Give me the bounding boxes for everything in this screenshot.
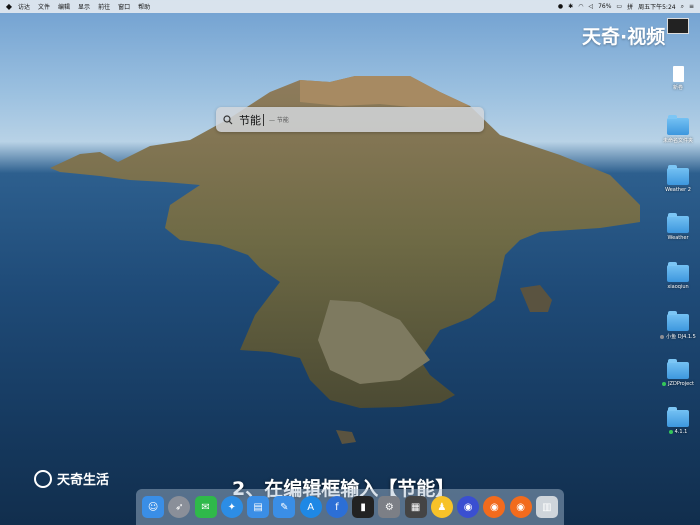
firefox-blue-icon[interactable]: ◉ [457,496,480,518]
apple-menu-icon[interactable]: ◆ [0,2,18,11]
desktop-item-folder[interactable]: 小鱼 DJ4.1.5 [660,311,696,340]
desktop: ◆ 访达 文件 编辑 显示 前往 窗口 帮助 ● ✱ ◠ ◁ 76% ▭ 拼 周… [0,0,700,525]
label-text: 4.1.1 [674,429,688,435]
menu-bar: ◆ 访达 文件 编辑 显示 前往 窗口 帮助 ● ✱ ◠ ◁ 76% ▭ 拼 周… [0,0,700,13]
spotlight-query[interactable]: 节能 [239,112,261,128]
menu-view[interactable]: 显示 [78,2,90,11]
appstore-icon[interactable]: A [299,496,322,518]
firefox-icon[interactable]: ◉ [483,496,506,518]
status-bt-icon[interactable]: ✱ [568,3,573,10]
menu-file[interactable]: 文件 [38,2,50,11]
green-tag-dot [668,429,673,434]
menu-window[interactable]: 窗口 [118,2,130,11]
wifi-icon[interactable]: ◠ [578,3,583,10]
menu-help[interactable]: 帮助 [138,2,150,11]
desktop-item-label: 小鱼 DJ4.1.5 [660,333,696,340]
folder-icon [667,311,689,331]
desktop-item-label: 未命名文件夹 [662,138,693,144]
screenshot-thumbnail [667,18,689,34]
volume-icon[interactable]: ◁ [588,3,593,10]
terminal-icon[interactable]: ▮ [352,496,375,518]
notes2-icon[interactable]: ▦ [404,496,427,518]
text-caret [263,113,264,126]
desktop-item-file[interactable]: 新卷 [660,66,696,91]
folder-icon[interactable]: ▤ [247,496,270,518]
battery-percent[interactable]: 76% [598,3,611,10]
folder-icon [667,262,689,282]
folder-icon [667,407,689,427]
label-text: 小鱼 DJ4.1.5 [666,334,696,340]
logo-circle-icon [34,469,52,488]
menu-go[interactable]: 前往 [98,2,110,11]
firefox-icon-2[interactable]: ◉ [509,496,532,518]
folder-icon [667,213,689,233]
folder-icon [667,165,689,185]
input-source-icon[interactable]: 拼 [627,2,633,11]
finder-icon[interactable]: ☺ [142,496,165,518]
desktop-item-label: 4.1.1 [668,429,688,435]
folder-icon [667,115,689,135]
menu-finder[interactable]: 访达 [18,2,30,11]
label-text: JZDProject [668,381,694,387]
watermark-logo-top: 天奇·视频 [582,26,666,48]
desktop-item-folder[interactable]: 4.1.1 [660,407,696,435]
preferences-icon[interactable]: ⚙ [378,496,401,518]
desktop-item-folder[interactable]: JZDProject [660,359,696,387]
watermark-logo-bottom: 天奇生活 [34,469,109,488]
menu-edit[interactable]: 编辑 [58,2,70,11]
search-menubar-icon[interactable]: ⌕ [681,3,684,11]
spotlight-search-bar[interactable]: 节能 — 节能 [216,107,484,132]
desktop-item-label: JZDProject [662,381,694,387]
search-icon [223,114,233,124]
battery-icon[interactable]: ▭ [616,3,622,10]
menubar-clock[interactable]: 周五下午5:24 [638,2,675,11]
file-icon [672,66,684,82]
desktop-item-label: 新卷 [672,85,683,91]
desktop-item-label: xiaoqiun [667,284,689,290]
desktop-item-folder[interactable]: Weather [660,213,696,241]
gray-tag-dot [660,334,665,339]
status-record-icon[interactable]: ● [558,3,563,10]
desktop-item-folder[interactable]: Weather 2 [660,165,696,193]
desktop-item-screenshot[interactable] [660,18,696,34]
notes-icon[interactable]: ✎ [273,496,296,518]
desktop-item-folder[interactable]: 未命名文件夹 [660,115,696,144]
list-icon[interactable]: ≡ [689,3,694,10]
trash-icon[interactable]: ▥ [535,496,558,518]
status-area: ● ✱ ◠ ◁ 76% ▭ 拼 周五下午5:24 ⌕ ≡ [558,2,700,12]
qq-icon[interactable]: ♟ [430,496,453,518]
green-tag-dot [662,381,667,386]
dock: ☺ ➶ ✉ ✦ ▤ ✎ A f ▮ ⚙ ▦ ♟ ◉ ◉ ◉ ▥ [136,489,564,525]
desktop-item-label: Weather [667,235,689,241]
wallpaper-island [50,76,640,444]
wechat-icon[interactable]: ✉ [194,496,217,518]
desktop-item-folder[interactable]: xiaoqiun [660,262,696,290]
safari-icon[interactable]: ✦ [220,496,243,518]
launchpad-icon[interactable]: ➶ [168,496,191,518]
watermark-text: 天奇生活 [57,473,110,488]
folder-icon [667,359,689,379]
spotlight-hint: — 节能 [269,117,289,124]
facetime-icon[interactable]: f [325,496,348,518]
desktop-item-label: Weather 2 [665,187,691,193]
